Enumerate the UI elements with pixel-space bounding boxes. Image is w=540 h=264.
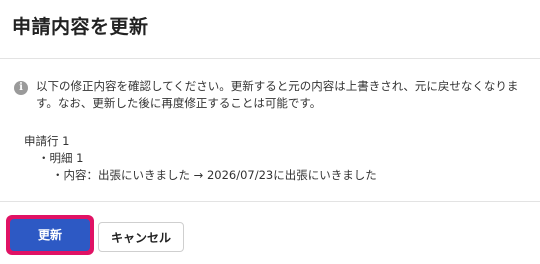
footer-divider	[0, 201, 540, 202]
cancel-button[interactable]: キャンセル	[98, 222, 184, 252]
update-button[interactable]: 更新	[10, 219, 90, 251]
update-dialog: 申請内容を更新 i 以下の修正内容を確認してください。更新すると元の内容は上書き…	[0, 0, 540, 264]
detail-item-label: ・明細 1	[38, 151, 84, 165]
save-button-focus-ring: 更新	[6, 215, 94, 255]
header-divider	[0, 58, 540, 59]
change-text: ・内容：出張にいきました → 2026/07/23に出張にいきました	[52, 168, 377, 182]
dialog-title: 申請内容を更新	[12, 16, 149, 38]
request-row-label: 申請行 1	[24, 134, 70, 148]
change-detail: 申請行 1 ・明細 1 ・内容：出張にいきました → 2026/07/23に出張…	[24, 133, 377, 184]
info-icon: i	[14, 81, 28, 95]
notice-text: 以下の修正内容を確認してください。更新すると元の内容は上書きされ、元に戻せなくな…	[36, 79, 519, 110]
